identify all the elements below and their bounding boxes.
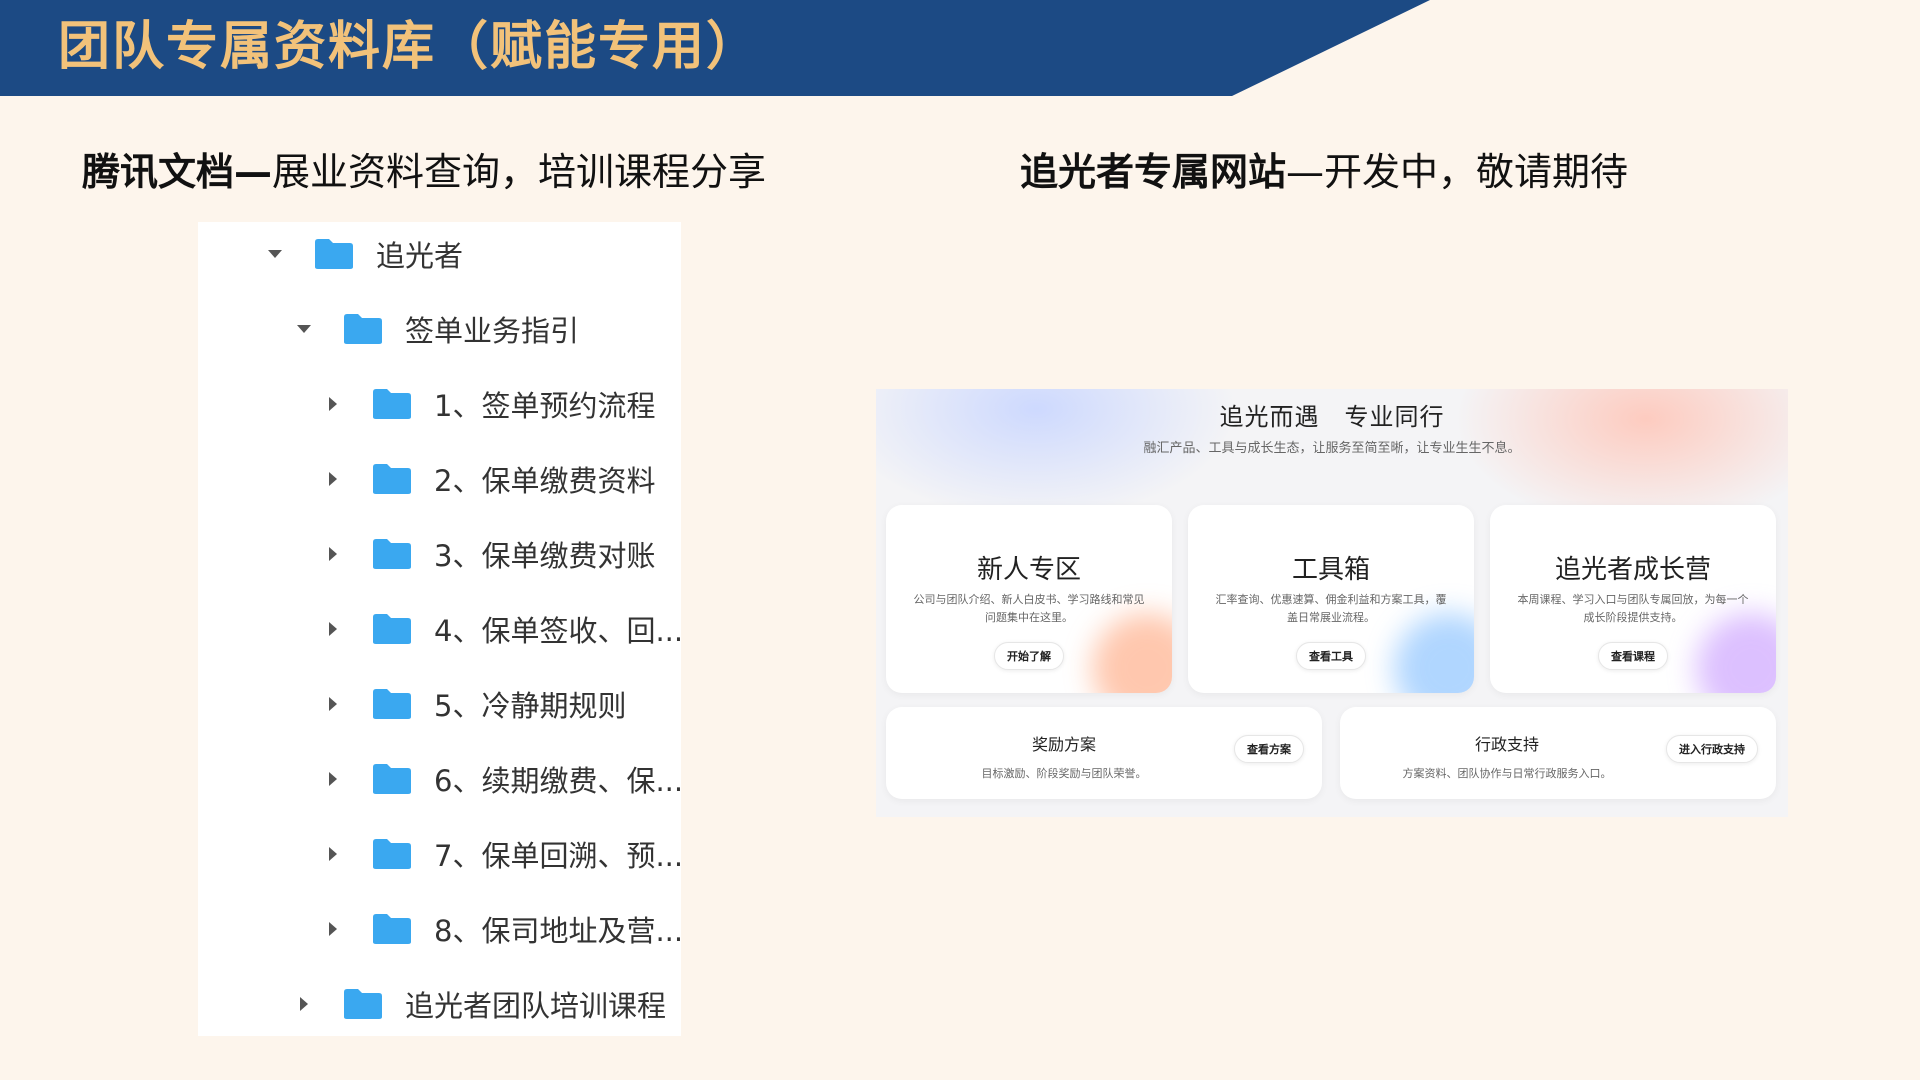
tree-item[interactable]: 4、保单签收、回... bbox=[324, 599, 683, 659]
tree-item-zhuiguangzhe[interactable]: 追光者 bbox=[266, 224, 463, 284]
admin-support-button[interactable]: 进入行政支持 bbox=[1666, 735, 1758, 763]
folder-icon bbox=[372, 463, 412, 495]
view-tools-button[interactable]: 查看工具 bbox=[1296, 642, 1366, 670]
folder-icon bbox=[343, 313, 383, 345]
folder-icon bbox=[372, 538, 412, 570]
tree-item-label: 3、保单缴费对账 bbox=[434, 539, 656, 573]
caret-right-icon[interactable] bbox=[324, 545, 342, 563]
caret-right-icon[interactable] bbox=[324, 470, 342, 488]
tree-item[interactable]: 2、保单缴费资料 bbox=[324, 449, 655, 509]
document-tree: 追光者 签单业务指引 1、签单预约流程 2、保单缴费资料 3、保单缴费对账 4、… bbox=[198, 222, 683, 1036]
tencent-docs-heading: 腾讯文档—展业资料查询，培训课程分享 bbox=[82, 150, 766, 196]
tree-item[interactable]: 8、保司地址及营... bbox=[324, 899, 683, 959]
tree-item[interactable]: 5、冷静期规则 bbox=[324, 674, 626, 734]
card-description: 本周课程、学习入口与团队专属回放，为每一个成长阶段提供支持。 bbox=[1517, 593, 1749, 624]
website-heading: 追光者专属网站—开发中，敬请期待 bbox=[1020, 150, 1628, 196]
card-title: 追光者成长营 bbox=[1554, 555, 1711, 585]
card-growth-camp[interactable]: 追光者成长营 本周课程、学习入口与团队专属回放，为每一个成长阶段提供支持。 查看… bbox=[1490, 505, 1776, 693]
folder-icon bbox=[372, 688, 412, 720]
view-courses-button[interactable]: 查看课程 bbox=[1598, 642, 1668, 670]
card-title: 新人专区 bbox=[976, 555, 1081, 585]
view-plan-button[interactable]: 查看方案 bbox=[1234, 735, 1304, 763]
tree-item-label: 1、签单预约流程 bbox=[434, 389, 656, 423]
tree-item-label: 追光者团队培训课程 bbox=[405, 989, 667, 1023]
card-newcomer-zone[interactable]: 新人专区 公司与团队介绍、新人白皮书、学习路线和常见问题集中在这里。 开始了解 bbox=[886, 505, 1172, 693]
tree-item-label: 追光者 bbox=[376, 239, 464, 273]
card-description: 汇率查询、优惠速算、佣金利益和方案工具，覆盖日常展业流程。 bbox=[1215, 593, 1447, 624]
caret-right-icon[interactable] bbox=[324, 920, 342, 938]
tree-item[interactable]: 3、保单缴费对账 bbox=[324, 524, 655, 584]
caret-down-icon[interactable] bbox=[295, 320, 313, 338]
tree-item-training-courses[interactable]: 追光者团队培训课程 bbox=[295, 974, 666, 1034]
tree-item-signing-guide[interactable]: 签单业务指引 bbox=[295, 299, 579, 359]
header-banner: 团队专属资料库（赋能专用） bbox=[0, 0, 1920, 96]
start-learning-button[interactable]: 开始了解 bbox=[994, 642, 1064, 670]
tree-item-label: 签单业务指引 bbox=[405, 314, 580, 348]
tree-item-label: 2、保单缴费资料 bbox=[434, 464, 656, 498]
caret-right-icon[interactable] bbox=[324, 695, 342, 713]
site-title: 追光而遇 专业同行 bbox=[1219, 403, 1445, 431]
caret-right-icon[interactable] bbox=[324, 845, 342, 863]
card-title: 行政支持 bbox=[1474, 735, 1539, 754]
caret-right-icon[interactable] bbox=[295, 995, 313, 1013]
tree-item-label: 4、保单签收、回... bbox=[434, 614, 684, 648]
tree-item[interactable]: 1、签单预约流程 bbox=[324, 374, 655, 434]
caret-right-icon[interactable] bbox=[324, 770, 342, 788]
website-heading-text: —开发中，敬请期待 bbox=[1286, 150, 1629, 194]
tree-item-label: 7、保单回溯、预... bbox=[434, 839, 684, 873]
tencent-docs-heading-text: 展业资料查询，培训课程分享 bbox=[272, 150, 767, 194]
card-admin-support[interactable]: 行政支持 方案资料、团队协作与日常行政服务入口。 进入行政支持 bbox=[1340, 707, 1776, 799]
folder-icon bbox=[372, 763, 412, 795]
tree-item-label: 8、保司地址及营... bbox=[434, 914, 684, 948]
card-title: 工具箱 bbox=[1291, 555, 1370, 585]
folder-icon bbox=[343, 988, 383, 1020]
website-preview: 追光而遇 专业同行 融汇产品、工具与成长生态，让服务至简至晰，让专业生生不息。 … bbox=[876, 389, 1788, 817]
tree-item-label: 5、冷静期规则 bbox=[434, 689, 627, 723]
site-subtitle: 融汇产品、工具与成长生态，让服务至简至晰，让专业生生不息。 bbox=[1143, 441, 1521, 456]
tree-item-label: 6、续期缴费、保... bbox=[434, 764, 684, 798]
folder-icon bbox=[372, 838, 412, 870]
card-reward-plan[interactable]: 奖励方案 目标激励、阶段奖励与团队荣誉。 查看方案 bbox=[886, 707, 1322, 799]
folder-icon bbox=[372, 613, 412, 645]
tree-item[interactable]: 7、保单回溯、预... bbox=[324, 824, 683, 884]
folder-icon bbox=[314, 238, 354, 270]
tree-item[interactable]: 6、续期缴费、保... bbox=[324, 749, 683, 809]
card-description: 方案资料、团队协作与日常行政服务入口。 bbox=[1402, 767, 1612, 780]
card-description: 目标激励、阶段奖励与团队荣誉。 bbox=[981, 767, 1147, 780]
card-title: 奖励方案 bbox=[1031, 735, 1096, 754]
folder-icon bbox=[372, 913, 412, 945]
website-heading-bold: 追光者专属网站 bbox=[1020, 150, 1287, 194]
caret-down-icon[interactable] bbox=[266, 245, 284, 263]
tencent-docs-heading-bold: 腾讯文档— bbox=[82, 150, 273, 194]
page-title: 团队专属资料库（赋能专用） bbox=[58, 16, 761, 77]
folder-icon bbox=[372, 388, 412, 420]
card-toolbox[interactable]: 工具箱 汇率查询、优惠速算、佣金利益和方案工具，覆盖日常展业流程。 查看工具 bbox=[1188, 505, 1474, 693]
caret-right-icon[interactable] bbox=[324, 395, 342, 413]
caret-right-icon[interactable] bbox=[324, 620, 342, 638]
card-description: 公司与团队介绍、新人白皮书、学习路线和常见问题集中在这里。 bbox=[913, 593, 1145, 624]
